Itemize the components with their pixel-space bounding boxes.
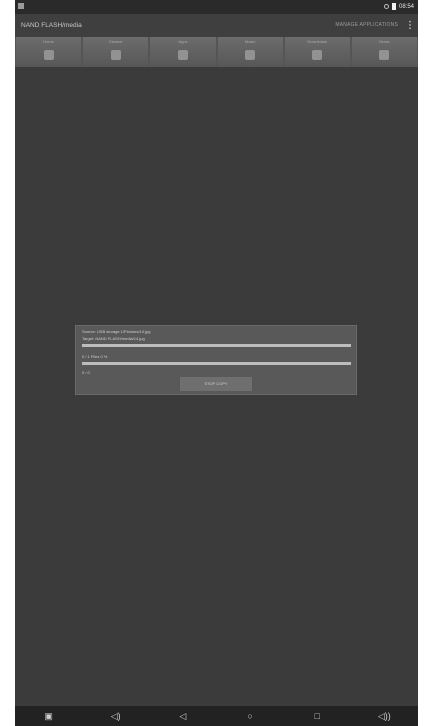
navigation-bar: ▣ ◁) ◁ ○ □ ◁)) <box>15 706 418 726</box>
toolbar-file-button[interactable]: Music <box>351 37 418 67</box>
overflow-menu-icon[interactable] <box>409 20 411 30</box>
toolbar-apps-button[interactable]: Apps <box>150 37 216 67</box>
total-progress-bar <box>82 362 351 365</box>
wifi-icon <box>383 4 389 9</box>
toolbar-label: Downloads <box>307 39 328 44</box>
source-path: Source: USB storage 1/Pictures/14.jpg <box>82 329 151 334</box>
toolbar-label: Apps <box>178 39 188 44</box>
action-bar: NAND FLASH/media MANAGE APPLICATIONS <box>15 14 418 37</box>
page-title: NAND FLASH/media <box>21 22 82 29</box>
notification-icon <box>18 3 24 9</box>
toolbar-label: Cleaner <box>108 39 123 44</box>
cleaner-icon <box>110 50 121 60</box>
toolbar-label: Music <box>244 39 256 44</box>
toolbar-music-button[interactable]: Music <box>217 37 283 67</box>
stop-copy-button[interactable]: STOP COPY <box>180 377 252 391</box>
toolbar-label: Home <box>43 39 54 44</box>
back-icon[interactable]: ◁ <box>176 711 190 722</box>
home-icon <box>43 50 54 60</box>
battery-icon <box>391 3 396 10</box>
file-icon <box>379 50 390 60</box>
volume-up-icon[interactable]: ◁)) <box>377 711 391 722</box>
copy-progress-dialog: Source: USB storage 1/Pictures/14.jpg Ta… <box>75 325 357 395</box>
progress-text: 0 / 1 Files 0 % <box>82 354 108 359</box>
device-screen: 08:54 NAND FLASH/media MANAGE APPLICATIO… <box>15 0 418 726</box>
home-icon[interactable]: ○ <box>243 711 257 721</box>
downloads-icon <box>312 50 323 60</box>
apps-icon <box>177 50 188 60</box>
target-path: Target: NAND FLASH/media/14.jpg <box>82 336 145 341</box>
recents-icon[interactable]: □ <box>310 711 324 721</box>
toolbar-downloads-button[interactable]: Downloads <box>284 37 350 67</box>
status-bar: 08:54 <box>15 0 418 14</box>
toolbar: Home Cleaner Apps Music Downloads Music <box>15 37 418 67</box>
volume-down-icon[interactable]: ◁) <box>109 711 123 722</box>
toolbar-home-button[interactable]: Home <box>16 37 82 67</box>
file-progress-bar <box>82 344 351 347</box>
music-icon <box>245 50 256 60</box>
clock: 08:54 <box>398 3 414 10</box>
screenshot-icon[interactable]: ▣ <box>42 711 56 722</box>
size-text: 0 / 0 <box>82 370 90 375</box>
toolbar-cleaner-button[interactable]: Cleaner <box>83 37 149 67</box>
manage-applications-button[interactable]: MANAGE APPLICATIONS <box>335 22 398 28</box>
toolbar-label: Music <box>379 39 390 44</box>
